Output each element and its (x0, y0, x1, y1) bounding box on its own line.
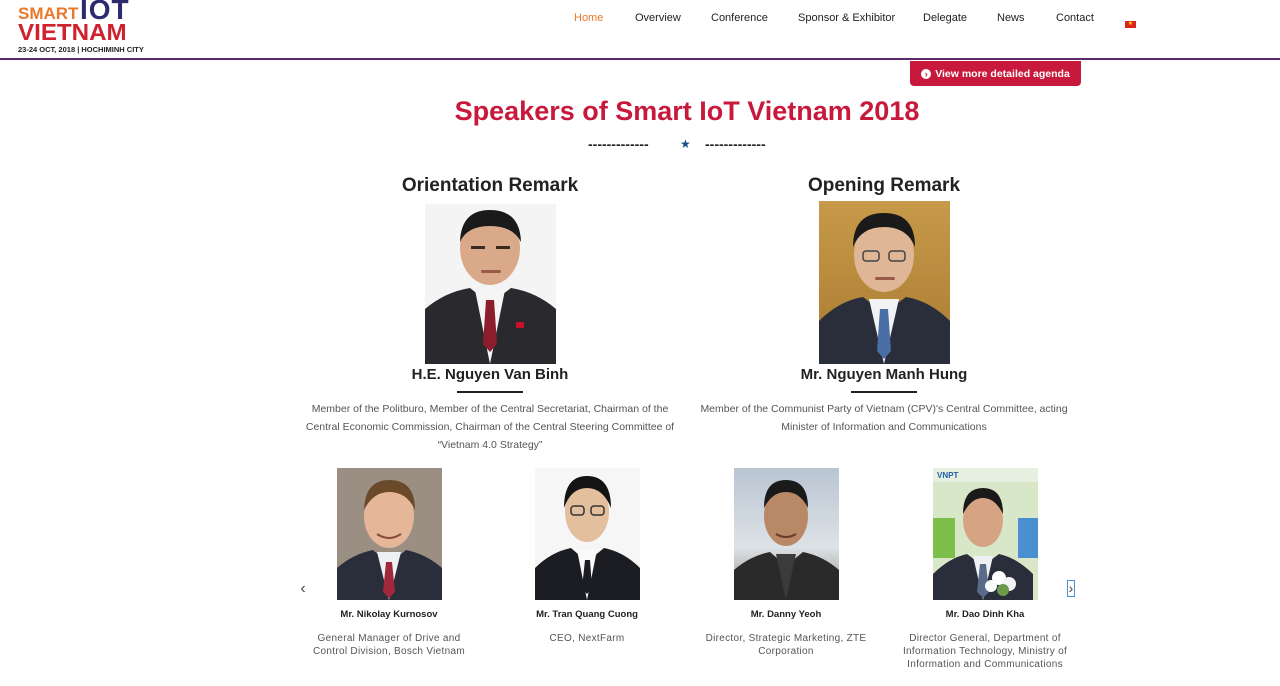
nav-item-contact[interactable]: Contact (1056, 12, 1094, 24)
name-underline (457, 391, 523, 393)
speaker-role-dao-dinh-kha: Director General, Department of Informat… (902, 633, 1068, 670)
speaker-name-nguyen-van-binh: H.E. Nguyen Van Binh (411, 366, 569, 383)
speaker-photo-dao-dinh-kha: VNPT (933, 468, 1038, 600)
nav-item-home[interactable]: Home (574, 12, 603, 24)
logo-dates-text: 23-24 OCT, 2018 | HOCHIMINH CITY (18, 45, 144, 54)
carousel-next-arrow[interactable]: › (1067, 580, 1075, 597)
speaker-photo-nguyen-manh-hung (819, 201, 950, 364)
page-title: Speakers of Smart IoT Vietnam 2018 (454, 96, 920, 126)
section-title-opening: Opening Remark (807, 175, 961, 196)
speaker-photo-tran-quang-cuong (535, 468, 640, 600)
site-header: SMART IOT VIETNAM 23-24 OCT, 2018 | HOCH… (0, 0, 1280, 60)
carousel-prev-arrow[interactable]: ‹ (298, 580, 308, 598)
speaker-role-nikolay-kurnosov: General Manager of Drive and Control Div… (313, 633, 465, 657)
nav-item-news[interactable]: News (997, 12, 1025, 24)
speaker-name-dao-dinh-kha: Mr. Dao Dinh Kha (945, 609, 1025, 620)
title-divider: ------------- ★ ------------- (588, 136, 788, 152)
name-underline (851, 391, 917, 393)
speaker-name-tran-quang-cuong: Mr. Tran Quang Cuong (536, 609, 638, 620)
star-icon: ★ (680, 137, 691, 151)
speaker-photo-danny-yeoh (734, 468, 839, 600)
nav-item-conference[interactable]: Conference (711, 12, 768, 24)
speaker-photo-nguyen-van-binh (425, 204, 556, 364)
circle-arrow-right-icon: › (921, 68, 932, 79)
nav-item-sponsor-exhibitor[interactable]: Sponsor & Exhibitor (798, 12, 895, 24)
divider-dashes-right: ------------- (705, 136, 766, 152)
nav-item-delegate[interactable]: Delegate (923, 12, 967, 24)
speaker-desc-nguyen-van-binh: Member of the Politburo, Member of the C… (305, 403, 675, 451)
speaker-photo-nikolay-kurnosov (337, 468, 442, 600)
speaker-name-danny-yeoh: Mr. Danny Yeoh (750, 609, 822, 620)
logo-vietnam-text: VIETNAM (18, 19, 127, 45)
view-agenda-button[interactable]: › View more detailed agenda (910, 61, 1081, 86)
section-title-orientation: Orientation Remark (401, 175, 579, 196)
speaker-role-tran-quang-cuong: CEO, NextFarm (549, 633, 625, 644)
view-agenda-label: View more detailed agenda (935, 67, 1070, 80)
site-logo[interactable]: SMART IOT VIETNAM 23-24 OCT, 2018 | HOCH… (16, 0, 144, 56)
vietnam-flag-icon[interactable]: ★ (1125, 21, 1136, 28)
vnpt-sign-text: VNPT (937, 471, 958, 480)
divider-dashes-left: ------------- (588, 136, 649, 152)
nav-item-overview[interactable]: Overview (635, 12, 681, 24)
speaker-name-nikolay-kurnosov: Mr. Nikolay Kurnosov (340, 609, 438, 620)
speaker-role-danny-yeoh: Director, Strategic Marketing, ZTE Corpo… (705, 633, 867, 657)
speaker-name-nguyen-manh-hung: Mr. Nguyen Manh Hung (800, 366, 968, 383)
speaker-desc-nguyen-manh-hung: Member of the Communist Party of Vietnam… (700, 403, 1068, 433)
